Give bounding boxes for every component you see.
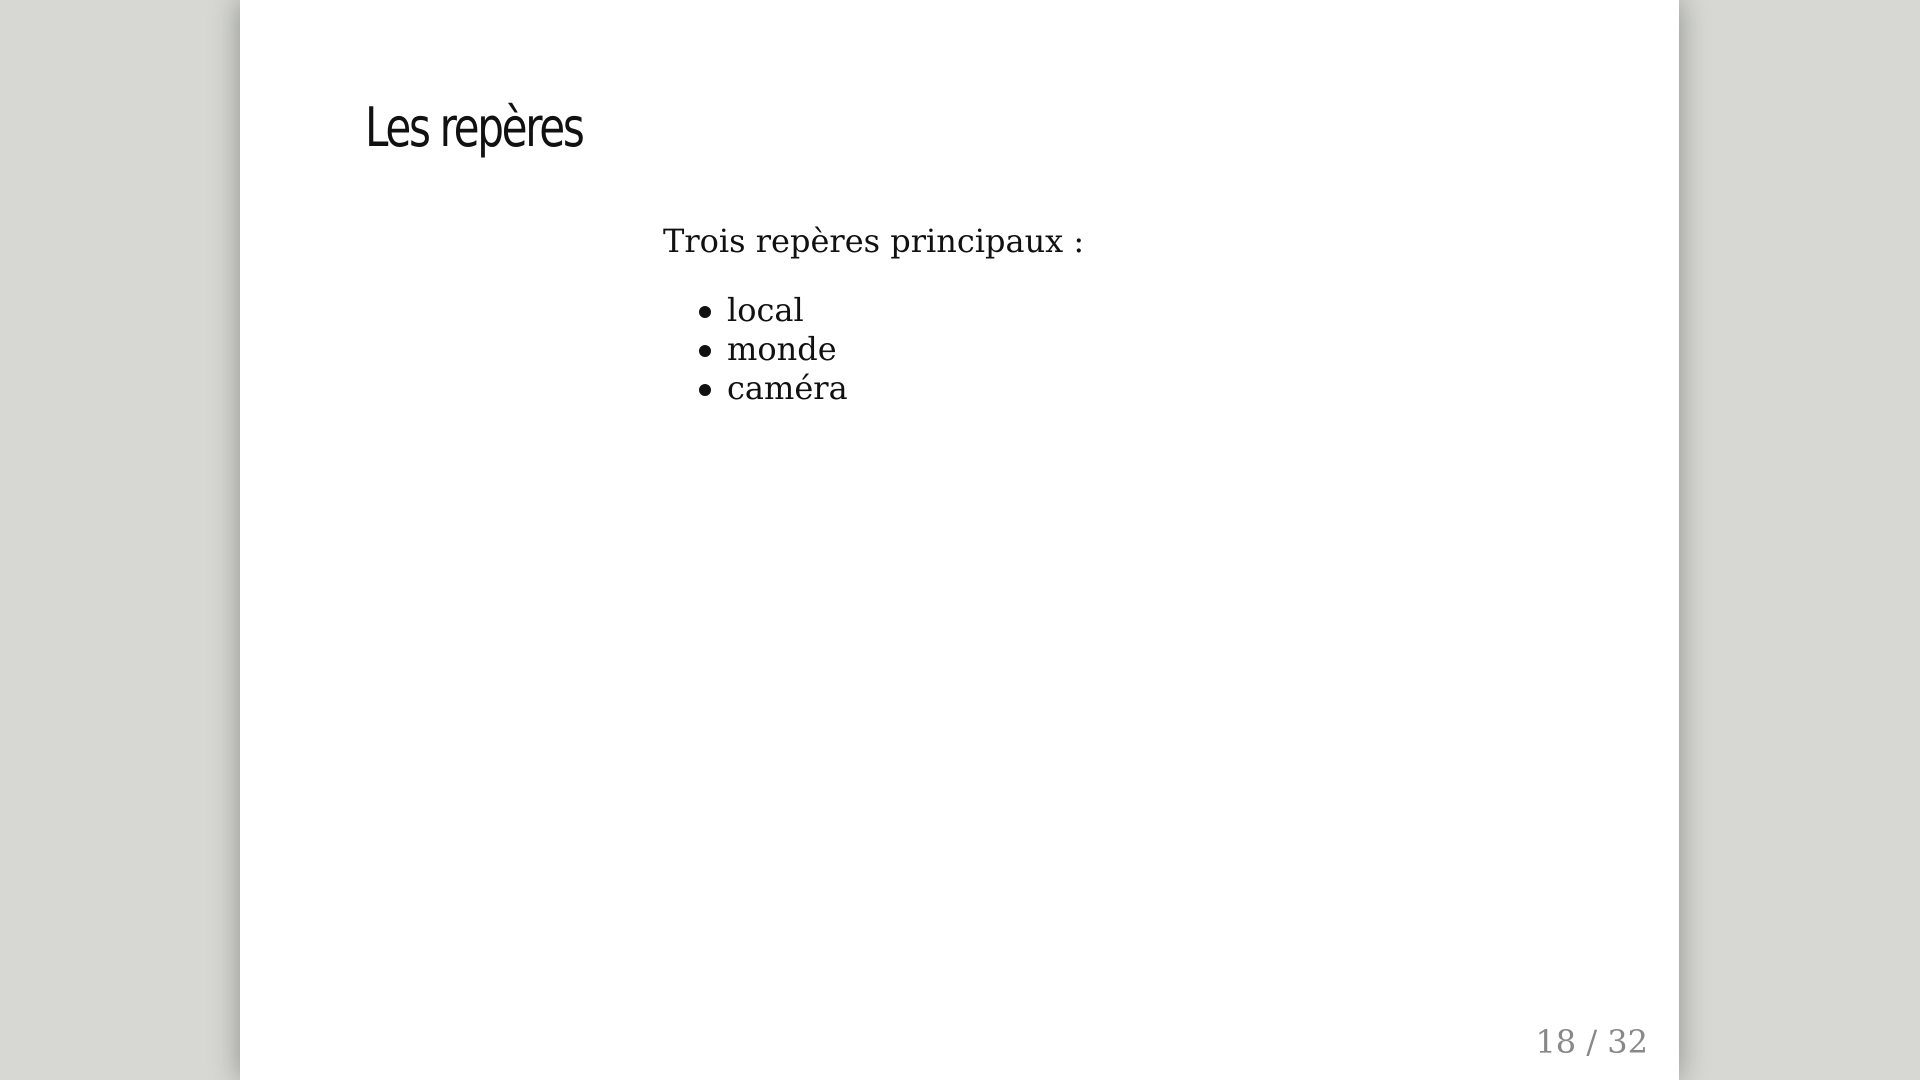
bullet-icon bbox=[699, 345, 711, 357]
list-item-label: caméra bbox=[727, 369, 848, 407]
list-item: local bbox=[663, 291, 1084, 330]
page-separator: / bbox=[1576, 1023, 1608, 1061]
bullet-icon bbox=[699, 384, 711, 396]
bullet-list: local monde caméra bbox=[663, 291, 1084, 408]
current-page-number: 18 bbox=[1535, 1023, 1577, 1061]
presentation-viewer: Les repères Trois repères principaux : l… bbox=[0, 0, 1920, 1080]
page-counter: 18 / 32 bbox=[1535, 1022, 1648, 1062]
intro-text: Trois repères principaux : bbox=[663, 222, 1085, 260]
bullet-icon bbox=[699, 306, 711, 318]
list-item: monde bbox=[663, 330, 1084, 369]
list-item: caméra bbox=[663, 369, 1084, 408]
slide-title: Les repères bbox=[365, 96, 585, 159]
list-item-label: local bbox=[727, 291, 804, 329]
total-page-count: 32 bbox=[1607, 1023, 1648, 1061]
slide-content: Trois repères principaux : local monde c… bbox=[663, 222, 1084, 408]
list-item-label: monde bbox=[727, 330, 837, 368]
slide: Les repères Trois repères principaux : l… bbox=[240, 0, 1679, 1080]
